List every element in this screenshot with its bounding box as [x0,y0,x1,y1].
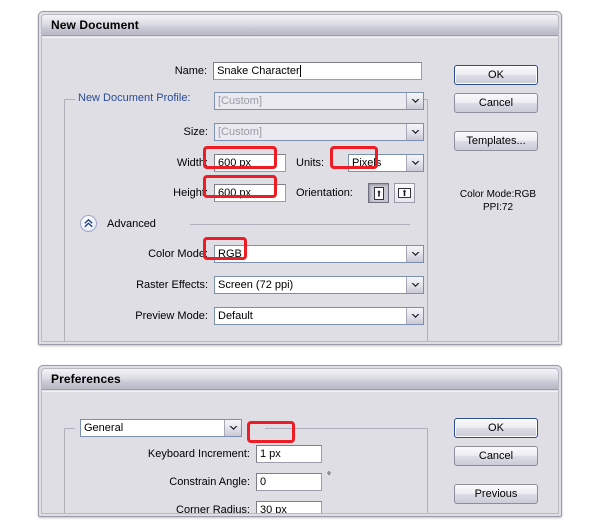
preferences-category-combo[interactable]: General [80,419,242,437]
preview-mode-combo[interactable]: Default [214,307,424,325]
advanced-disclosure-button[interactable] [80,215,97,232]
units-combo[interactable]: Pixels [348,154,424,172]
height-input[interactable]: 600 px [214,184,286,202]
document-info-text: Color Mode:RGB PPI:72 [446,188,550,214]
width-input[interactable]: 600 px [214,154,286,172]
info-ppi: PPI:72 [482,202,514,213]
constrain-angle-value: 0 [260,476,267,488]
size-row: Size: [Custom] [42,123,434,141]
height-row: Height: 600 px Orientation: [42,183,442,203]
new-document-profile-value: [Custom] [215,93,406,109]
new-document-dialog: New Document Name: Snake Character New D… [38,11,562,345]
preferences-body: General Keyboard Increment: 1 px Constra… [42,391,558,513]
preferences-dialog-inner: Preferences General Keyboard Increment: … [41,368,559,514]
orientation-label: Orientation: [296,187,353,199]
raster-effects-label: Raster Effects: [136,279,208,291]
preferences-dialog: Preferences General Keyboard Increment: … [38,365,562,517]
corner-radius-label: Corner Radius: [176,504,250,514]
width-row: Width: 600 px Units: Pixels [42,154,442,172]
size-label: Size: [183,126,208,138]
previous-button[interactable]: Previous [454,484,538,504]
color-mode-value: RGB [215,246,406,262]
new-document-ok-label: OK [488,69,504,81]
new-document-cancel-label: Cancel [478,97,514,109]
name-input[interactable]: Snake Character [213,62,422,80]
units-value: Pixels [349,155,406,171]
constrain-angle-input[interactable]: 0 [256,473,322,491]
color-mode-label: Color Mode: [148,248,208,260]
height-value: 600 px [218,187,252,199]
color-mode-row: Color Mode: RGB [42,245,434,263]
corner-radius-input[interactable]: 30 px [256,501,322,514]
advanced-label: Advanced [107,217,156,230]
preferences-cancel-label: Cancel [478,450,514,462]
chevron-down-icon [406,124,423,140]
profile-row: [Custom] [42,92,434,110]
name-label: Name: [174,65,208,77]
preferences-groupbox-top-right-rule [265,428,427,429]
units-label: Units: [296,157,325,169]
size-value: [Custom] [215,124,406,140]
size-combo[interactable]: [Custom] [214,123,424,141]
chevron-down-icon [406,246,423,262]
chevron-down-icon [406,308,423,324]
preferences-category-value: General [81,420,224,436]
preferences-cancel-button[interactable]: Cancel [454,446,538,466]
corner-radius-value: 30 px [260,504,287,514]
info-color-mode: Color Mode:RGB [459,189,537,200]
height-label: Height: [173,187,208,199]
preview-mode-label: Preview Mode: [135,310,208,322]
new-document-body: Name: Snake Character New Document Profi… [42,37,558,341]
chevron-down-icon [224,420,241,436]
preferences-title: Preferences [51,372,121,386]
name-row: Name: Snake Character [42,62,422,80]
templates-label: Templates... [466,135,526,147]
keyboard-increment-row: Keyboard Increment: 1 px [42,445,372,463]
preview-mode-value: Default [215,308,406,324]
keyboard-increment-input[interactable]: 1 px [256,445,322,463]
new-document-ok-button[interactable]: OK [454,65,538,85]
chevron-down-icon [406,277,423,293]
preview-mode-row: Preview Mode: Default [42,307,434,325]
portrait-orientation-icon [373,186,384,200]
preferences-ok-label: OK [488,422,504,434]
text-caret [299,65,301,77]
new-document-profile-combo[interactable]: [Custom] [214,92,424,110]
preferences-titlebar: Preferences [42,369,558,390]
raster-effects-combo[interactable]: Screen (72 ppi) [214,276,424,294]
keyboard-increment-value: 1 px [260,448,281,460]
new-document-dialog-inner: New Document Name: Snake Character New D… [41,14,559,342]
templates-button[interactable]: Templates... [454,131,538,151]
portrait-orientation-button[interactable] [368,183,389,203]
keyboard-increment-label: Keyboard Increment: [147,448,250,460]
degree-unit-label: ° [327,471,331,482]
previous-label: Previous [474,488,518,500]
landscape-orientation-icon [398,188,411,198]
advanced-divider-rule [190,224,410,225]
new-document-titlebar: New Document [42,15,558,36]
constrain-angle-row: Constrain Angle: 0 ° [42,471,372,491]
new-document-cancel-button[interactable]: Cancel [454,93,538,113]
width-value: 600 px [218,157,252,169]
width-label: Width: [176,157,208,169]
new-document-title: New Document [51,18,139,32]
corner-radius-row: Corner Radius: 30 px [42,501,372,514]
landscape-orientation-button[interactable] [394,183,415,203]
raster-effects-value: Screen (72 ppi) [215,277,406,293]
chevron-down-icon [406,155,423,171]
constrain-angle-label: Constrain Angle: [169,476,250,488]
preferences-ok-button[interactable]: OK [454,418,538,438]
chevron-double-up-icon [84,219,93,228]
chevron-down-icon [406,93,423,109]
preferences-groupbox-top-left-rule [65,428,75,429]
name-input-value: Snake Character [217,65,300,77]
raster-effects-row: Raster Effects: Screen (72 ppi) [42,276,434,294]
color-mode-combo[interactable]: RGB [214,245,424,263]
